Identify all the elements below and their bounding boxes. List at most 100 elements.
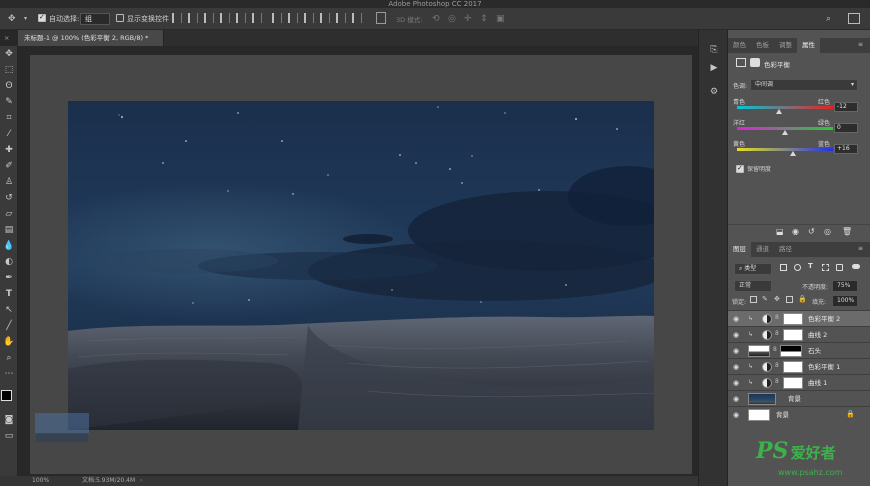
filter-pixel-icon[interactable] bbox=[780, 264, 787, 271]
healing-brush-icon[interactable]: ✚ bbox=[3, 144, 15, 156]
layer-mask-thumbnail[interactable] bbox=[783, 361, 803, 373]
quick-mask-icon[interactable]: ◙ bbox=[3, 414, 15, 426]
align-vcenter-icon[interactable] bbox=[188, 13, 198, 23]
link-chain-icon[interactable]: 8 bbox=[773, 346, 777, 353]
filter-smart-object-icon[interactable] bbox=[836, 264, 843, 271]
link-chain-icon[interactable]: 8 bbox=[775, 314, 779, 321]
cyan-red-value[interactable]: -12 bbox=[834, 102, 858, 112]
layer-row[interactable]: ◉ 背景 bbox=[728, 390, 870, 406]
align-right-icon[interactable] bbox=[252, 13, 262, 23]
layer-row[interactable]: ◉ ↳ 8 曲线 2 bbox=[728, 326, 870, 342]
eye-icon[interactable]: ◉ bbox=[733, 347, 739, 355]
link-chain-icon[interactable]: 8 bbox=[775, 330, 779, 337]
layer-row[interactable]: ◉ 8 石头 bbox=[728, 342, 870, 358]
close-icon[interactable]: × bbox=[4, 30, 9, 46]
align-hcenter-icon[interactable] bbox=[236, 13, 246, 23]
layer-filter-dropdown[interactable]: ⌕ 类型 bbox=[734, 263, 772, 275]
auto-select-checkbox[interactable] bbox=[38, 13, 46, 22]
zoom-level[interactable]: 100% bbox=[32, 476, 49, 486]
slider-thumb[interactable] bbox=[789, 151, 796, 156]
yellow-blue-slider[interactable] bbox=[737, 148, 833, 156]
tab-swatches[interactable]: 色板 bbox=[751, 38, 774, 53]
align-left-icon[interactable] bbox=[220, 13, 230, 23]
eye-icon[interactable]: ◉ bbox=[733, 363, 739, 371]
sky-layer-thumbnail[interactable] bbox=[748, 393, 776, 405]
slider-thumb[interactable] bbox=[782, 130, 788, 135]
more-tools-icon[interactable]: ⋯ bbox=[3, 368, 15, 380]
lock-position-icon[interactable]: ✥ bbox=[774, 295, 780, 303]
layer-name[interactable]: 石头 bbox=[808, 343, 821, 359]
history-panel-icon[interactable]: ⎘ bbox=[708, 44, 720, 56]
chevron-right-icon[interactable]: › bbox=[140, 476, 142, 486]
stone-layer-mask[interactable] bbox=[780, 345, 802, 357]
clip-to-layer-icon[interactable]: ⬓ bbox=[776, 227, 784, 236]
align-bottom-icon[interactable] bbox=[204, 13, 214, 23]
workspace-icon[interactable] bbox=[848, 13, 860, 24]
tab-adjustments[interactable]: 调整 bbox=[774, 38, 797, 53]
actions-play-icon[interactable]: ▶ bbox=[708, 62, 720, 74]
lasso-tool-icon[interactable]: ʘ bbox=[3, 80, 15, 92]
layer-mask-thumbnail[interactable] bbox=[783, 329, 803, 341]
magenta-green-value[interactable]: 0 bbox=[834, 123, 858, 133]
slider-thumb[interactable] bbox=[776, 109, 783, 114]
foreground-color-swatch[interactable] bbox=[1, 390, 12, 401]
zoom-tool-icon[interactable]: ⌕ bbox=[3, 352, 15, 364]
history-brush-icon[interactable]: ↺ bbox=[3, 192, 15, 204]
auto-align-icon[interactable] bbox=[376, 12, 386, 24]
lock-pixels-icon[interactable]: ✎ bbox=[762, 295, 768, 303]
search-icon[interactable]: ⌕ bbox=[826, 13, 831, 25]
opacity-field[interactable]: 75% bbox=[832, 280, 858, 292]
blur-tool-icon[interactable]: 💧 bbox=[3, 240, 15, 252]
tone-dropdown[interactable]: 中间调 ▾ bbox=[750, 79, 858, 91]
roll-3d-icon[interactable]: ◎ bbox=[448, 13, 456, 25]
filter-toggle-icon[interactable] bbox=[852, 264, 860, 269]
eye-icon[interactable]: ◉ bbox=[733, 331, 739, 339]
dodge-tool-icon[interactable]: ◐ bbox=[3, 256, 15, 268]
chevron-down-icon[interactable]: ▾ bbox=[24, 13, 27, 25]
eraser-tool-icon[interactable]: ▱ bbox=[3, 208, 15, 220]
type-tool-icon[interactable]: T bbox=[3, 288, 15, 300]
layer-name[interactable]: 色彩平衡 2 bbox=[808, 311, 840, 327]
properties-panel-icon[interactable]: ⚙ bbox=[708, 86, 720, 98]
layer-name[interactable]: 背景 bbox=[788, 391, 801, 407]
distribute-hcenter-icon[interactable] bbox=[336, 13, 346, 23]
lock-artboard-icon[interactable] bbox=[786, 296, 793, 303]
blend-mode-dropdown[interactable]: 正常 bbox=[734, 280, 772, 292]
lock-transparency-icon[interactable] bbox=[750, 296, 757, 303]
distribute-left-icon[interactable] bbox=[320, 13, 330, 23]
filter-adjustment-icon[interactable] bbox=[794, 264, 801, 271]
rotate-3d-icon[interactable]: ⟲ bbox=[432, 13, 440, 25]
document-tab[interactable]: 未标题-1 @ 100% (色彩平衡 2, RGB/8) * × bbox=[4, 30, 164, 46]
tab-paths[interactable]: 路径 bbox=[774, 242, 797, 257]
document-canvas[interactable] bbox=[68, 101, 654, 430]
panel-menu-icon[interactable]: ≡ bbox=[858, 245, 863, 252]
path-select-icon[interactable]: ↖ bbox=[3, 304, 15, 316]
filter-type-icon[interactable]: T bbox=[808, 262, 813, 270]
layer-name[interactable]: 背景 bbox=[776, 407, 789, 423]
layer-name[interactable]: 色彩平衡 1 bbox=[808, 359, 840, 375]
slide-3d-icon[interactable]: ⇕ bbox=[480, 13, 488, 25]
yellow-blue-value[interactable]: +16 bbox=[834, 144, 858, 154]
reset-icon[interactable]: ↺ bbox=[808, 227, 815, 236]
align-top-icon[interactable] bbox=[172, 13, 182, 23]
background-layer-thumbnail[interactable] bbox=[748, 409, 770, 421]
hand-tool-icon[interactable]: ✋ bbox=[3, 336, 15, 348]
auto-select-toggle[interactable]: 自动选择: bbox=[38, 13, 79, 24]
distribute-vcenter-icon[interactable] bbox=[288, 13, 298, 23]
drag-3d-icon[interactable]: ✛ bbox=[464, 13, 472, 25]
layer-row[interactable]: ◉ ↳ 8 色彩平衡 1 bbox=[728, 358, 870, 374]
tab-properties[interactable]: 属性 bbox=[797, 38, 820, 53]
move-tool-icon[interactable]: ✥ bbox=[8, 13, 16, 25]
layer-mask-thumbnail[interactable] bbox=[783, 313, 803, 325]
link-chain-icon[interactable]: 8 bbox=[775, 362, 779, 369]
screen-mode-icon[interactable]: ▭ bbox=[3, 430, 15, 442]
move-tool-icon[interactable]: ✥ bbox=[3, 48, 15, 60]
magenta-green-slider[interactable] bbox=[737, 127, 833, 135]
layer-name[interactable]: 曲线 1 bbox=[808, 375, 827, 391]
layer-row[interactable]: ◉ 背景 🔒 bbox=[728, 406, 870, 422]
show-transform-checkbox[interactable] bbox=[116, 14, 124, 22]
distribute-top-icon[interactable] bbox=[272, 13, 282, 23]
tab-color[interactable]: 颜色 bbox=[728, 38, 751, 53]
preserve-luminosity-toggle[interactable]: 保留明度 bbox=[736, 164, 771, 174]
layer-mask-thumbnail[interactable] bbox=[783, 377, 803, 389]
